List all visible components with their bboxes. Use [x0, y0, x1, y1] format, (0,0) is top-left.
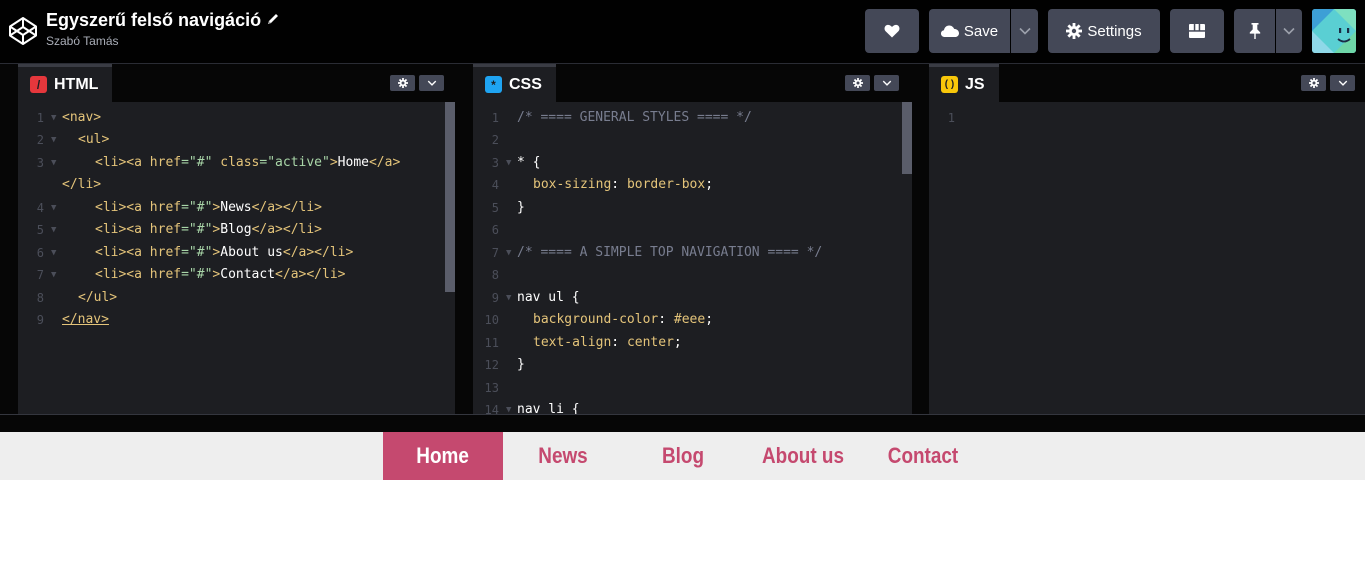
html-scrollbar[interactable]: [445, 102, 455, 292]
preview-nav-news[interactable]: News: [511, 432, 614, 480]
fold-arrow-icon: ▼: [506, 158, 512, 168]
result-preview: Home News Blog About us Contact: [0, 432, 1365, 569]
fold-arrow-icon: ▼: [51, 248, 57, 258]
save-button-label: Save: [963, 22, 999, 40]
chevron-down-icon: [1283, 27, 1295, 35]
html-tab-label: HTML: [54, 75, 99, 93]
change-view-button[interactable]: [1170, 9, 1224, 53]
heart-icon: [884, 24, 900, 38]
css-badge-icon: *: [485, 76, 502, 93]
fold-arrow-icon: ▼: [51, 270, 57, 280]
pen-title[interactable]: Egyszerű felső navigáció: [46, 10, 261, 30]
js-badge-icon: ( ): [941, 76, 958, 93]
js-tab[interactable]: ( ) JS: [929, 64, 999, 102]
layout-icon: [1189, 24, 1205, 38]
pen-author[interactable]: Szabó Tamás: [46, 33, 280, 49]
html-editor-panel: / HTML 1 ▼ <nav> 2 ▼ <ul> 3 ▼ <li><a href="#" …: [18, 64, 455, 414]
js-collapse-button[interactable]: [1330, 75, 1355, 91]
gear-icon: [397, 78, 408, 88]
preview-nav-contact[interactable]: Contact: [871, 432, 974, 480]
css-tab[interactable]: * CSS: [473, 64, 556, 102]
settings-button[interactable]: Settings: [1048, 9, 1160, 53]
css-settings-button[interactable]: [845, 75, 870, 91]
settings-button-label: Settings: [1087, 22, 1142, 40]
gear-icon: [1308, 78, 1319, 88]
js-settings-button[interactable]: [1301, 75, 1326, 91]
fold-arrow-icon: ▼: [506, 405, 512, 414]
fold-arrow-icon: ▼: [506, 248, 512, 258]
editor-area: / HTML 1 ▼ <nav> 2 ▼ <ul> 3 ▼ <li><a href="#" …: [0, 64, 1365, 414]
like-button[interactable]: [865, 9, 919, 53]
preview-nav-blog[interactable]: Blog: [631, 432, 734, 480]
fold-arrow-icon: ▼: [506, 293, 512, 303]
html-code-editor[interactable]: 1 ▼ <nav> 2 ▼ <ul> 3 ▼ <li><a href="#" class="…: [18, 102, 455, 414]
css-tab-label: CSS: [509, 75, 542, 93]
save-options-dropdown[interactable]: [1011, 9, 1038, 53]
gear-icon: [852, 78, 863, 88]
fold-arrow-icon: ▼: [51, 135, 57, 145]
cloud-icon: [940, 25, 959, 37]
gear-icon: [1066, 23, 1083, 39]
css-code-editor[interactable]: 1/* ==== GENERAL STYLES ==== */ 2 3 ▼ * { …: [473, 102, 912, 414]
fold-arrow-icon: ▼: [51, 113, 57, 123]
js-tab-label: JS: [965, 75, 985, 93]
chevron-down-icon: [882, 80, 891, 86]
html-tab[interactable]: / HTML: [18, 64, 113, 102]
html-settings-button[interactable]: [390, 75, 415, 91]
preview-nav-about-us[interactable]: About us: [751, 432, 854, 480]
css-editor-panel: * CSS 1/* ==== GENERAL STYLES ==== */ 2 …: [473, 64, 912, 414]
css-scrollbar[interactable]: [902, 102, 912, 174]
pin-icon: [1249, 23, 1260, 39]
chevron-down-icon: [427, 80, 436, 86]
preview-resize-handle[interactable]: [0, 414, 1365, 432]
html-badge-icon: /: [30, 76, 47, 93]
html-collapse-button[interactable]: [419, 75, 444, 91]
pin-options-dropdown[interactable]: [1276, 9, 1302, 53]
user-avatar[interactable]: [1312, 9, 1356, 53]
css-collapse-button[interactable]: [874, 75, 899, 91]
fold-arrow-icon: ▼: [51, 225, 57, 235]
save-button[interactable]: Save: [929, 9, 1010, 53]
js-editor-panel: ( ) JS 1: [929, 64, 1365, 414]
preview-nav-home[interactable]: Home: [383, 432, 503, 480]
js-code-editor[interactable]: 1: [929, 102, 1365, 414]
pin-button[interactable]: [1234, 9, 1275, 53]
fold-arrow-icon: ▼: [51, 158, 57, 168]
edit-pencil-icon[interactable]: [266, 12, 280, 26]
top-header: Egyszerű felső navigáció Szabó Tamás Sav…: [0, 0, 1365, 64]
codepen-logo-icon[interactable]: [8, 16, 38, 46]
preview-nav-bar: Home News Blog About us Contact: [0, 432, 1365, 480]
fold-arrow-icon: ▼: [51, 203, 57, 213]
chevron-down-icon: [1338, 80, 1347, 86]
pen-title-area: Egyszerű felső navigáció Szabó Tamás: [46, 8, 280, 49]
chevron-down-icon: [1018, 27, 1031, 35]
